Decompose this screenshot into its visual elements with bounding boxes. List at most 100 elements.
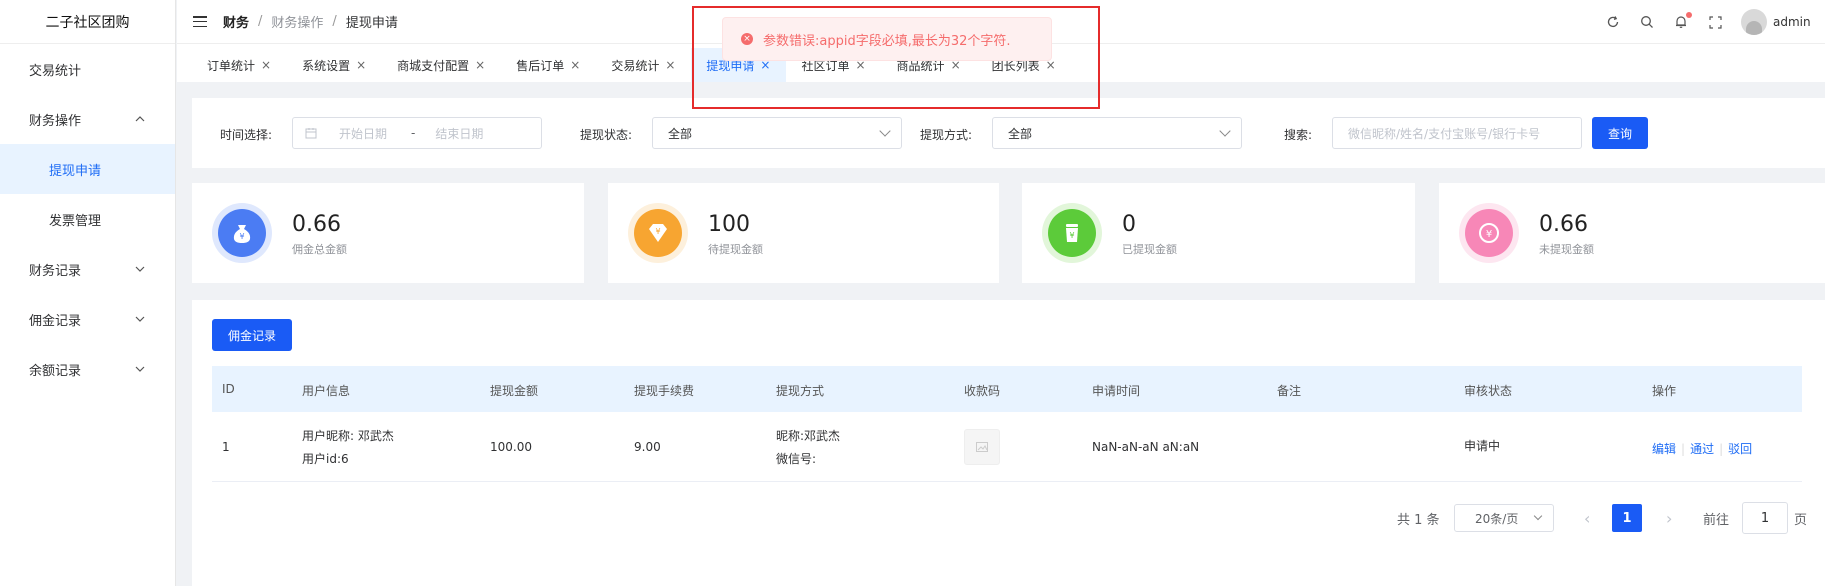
page-suffix: 页: [1794, 512, 1808, 528]
calendar-icon: [305, 127, 317, 139]
stat-value: 0.66: [1539, 212, 1588, 237]
error-toast: × 参数错误:appid字段必填,最长为32个字符.: [722, 17, 1052, 61]
reject-link[interactable]: 驳回: [1728, 442, 1752, 456]
close-icon[interactable]: ×: [665, 58, 675, 72]
stat-card-unwithdrawn: ¥ 0.66 未提现金额: [1439, 183, 1825, 283]
svg-text:¥: ¥: [1486, 229, 1492, 240]
avatar[interactable]: [1741, 9, 1767, 35]
header-tools: admin: [1605, 0, 1825, 44]
approve-link[interactable]: 通过: [1690, 442, 1714, 456]
sidebar-item-label: 余额记录: [29, 363, 82, 379]
error-message: 参数错误:appid字段必填,最长为32个字符.: [763, 33, 1011, 49]
column-header: 用户信息: [302, 384, 351, 398]
date-range-separator: -: [411, 126, 416, 140]
status-select[interactable]: 全部: [652, 117, 902, 149]
edit-link[interactable]: 编辑: [1652, 442, 1676, 456]
page-size-select[interactable]: 20条/页: [1454, 504, 1554, 532]
svg-text:¥: ¥: [655, 227, 660, 236]
method-select[interactable]: 全部: [992, 117, 1242, 149]
close-icon[interactable]: ×: [570, 58, 580, 72]
cell-id: 1: [222, 440, 230, 454]
sidebar-item-label: 发票管理: [49, 213, 102, 229]
sidebar: 二子社区团购 交易统计 财务操作 提现申请 发票管理 财务记录 佣金记录 余额记…: [0, 0, 176, 586]
end-date-input[interactable]: 结束日期: [435, 125, 483, 142]
cell-fee: 9.00: [634, 440, 661, 454]
stat-label: 佣金总金额: [292, 243, 347, 256]
bell-icon[interactable]: [1673, 12, 1692, 30]
column-header: ID: [222, 382, 235, 396]
goto-label: 前往: [1703, 512, 1730, 528]
menu-toggle-icon[interactable]: [193, 16, 207, 27]
search-icon[interactable]: [1639, 14, 1655, 30]
app-logo: 二子社区团购: [0, 0, 175, 44]
search-placeholder: 微信昵称/姓名/支付宝账号/银行卡号: [1348, 126, 1541, 141]
sidebar-item-balance-records[interactable]: 余额记录: [0, 344, 175, 394]
refresh-icon[interactable]: [1605, 14, 1621, 30]
chevron-down-icon: [1219, 125, 1231, 137]
next-page-icon[interactable]: ›: [1666, 504, 1672, 532]
column-header: 提现方式: [776, 384, 825, 398]
diamond-icon: ¥: [628, 203, 688, 263]
breadcrumb-separator: /: [332, 14, 337, 29]
breadcrumb-item: 提现申请: [345, 16, 398, 31]
sidebar-item-label: 佣金记录: [29, 313, 82, 329]
column-header: 审核状态: [1464, 384, 1513, 398]
commission-record-button[interactable]: 佣金记录: [212, 319, 292, 351]
stat-card-pending-withdraw: ¥ 100 待提现金额: [608, 183, 999, 283]
fullscreen-icon[interactable]: [1707, 14, 1723, 30]
breadcrumb-item[interactable]: 财务: [223, 12, 249, 31]
column-header: 提现手续费: [634, 384, 695, 398]
error-icon: ×: [741, 33, 753, 45]
date-range-picker[interactable]: 开始日期 - 结束日期: [292, 117, 542, 149]
sidebar-item-commission-records[interactable]: 佣金记录: [0, 294, 175, 344]
svg-text:¥: ¥: [239, 232, 244, 241]
close-icon[interactable]: ×: [261, 58, 271, 72]
tab-label: 交易统计: [611, 58, 660, 73]
tab-trade-stats[interactable]: 交易统计 ×: [596, 48, 691, 82]
goto-page-input[interactable]: 1: [1742, 502, 1788, 534]
stat-label: 待提现金额: [708, 243, 763, 256]
tab-order-stats[interactable]: 订单统计 ×: [192, 48, 287, 82]
prev-page-icon[interactable]: ‹: [1584, 504, 1590, 532]
method-filter-label: 提现方式:: [920, 128, 973, 142]
sidebar-item-invoice[interactable]: 发票管理: [0, 194, 175, 244]
chevron-down-icon: [135, 364, 145, 375]
stat-value: 0.66: [292, 212, 341, 237]
pagination-total: 共 1 条: [1397, 512, 1440, 528]
cell-user-nick: 用户昵称: 邓武杰: [302, 429, 394, 443]
sidebar-item-finance-ops[interactable]: 财务操作: [0, 94, 175, 144]
table-header: ID 用户信息 提现金额 提现手续费 提现方式 收款码 申请时间 备注 审核状态…: [212, 366, 1802, 412]
close-icon[interactable]: ×: [356, 58, 366, 72]
sidebar-item-finance-records[interactable]: 财务记录: [0, 244, 175, 294]
column-header: 备注: [1277, 384, 1302, 398]
breadcrumb: 财务 / 财务操作 / 提现申请: [223, 12, 398, 31]
sidebar-item-trade-stats[interactable]: 交易统计: [0, 44, 175, 94]
sidebar-item-withdraw-apply[interactable]: 提现申请: [0, 144, 175, 194]
qr-code-image[interactable]: [964, 429, 1000, 465]
withdraw-table-panel: 佣金记录 ID 用户信息 提现金额 提现手续费 提现方式 收款码 申请时间 备注…: [192, 300, 1825, 586]
cell-apply-time: NaN-aN-aN aN:aN: [1092, 440, 1200, 454]
page-number-current[interactable]: 1: [1612, 504, 1642, 532]
sidebar-item-label: 财务记录: [29, 263, 82, 279]
cell-user-id: 用户id:6: [302, 452, 349, 466]
start-date-input[interactable]: 开始日期: [339, 125, 387, 142]
chevron-down-icon: [135, 264, 145, 275]
query-button[interactable]: 查询: [1592, 117, 1648, 149]
status-filter-label: 提现状态:: [580, 128, 633, 142]
yuan-circle-icon: ¥: [1459, 203, 1519, 263]
chevron-down-icon: [879, 125, 891, 137]
cell-amount: 100.00: [490, 440, 532, 454]
search-input[interactable]: 微信昵称/姓名/支付宝账号/银行卡号: [1332, 117, 1582, 149]
chevron-down-icon: [135, 314, 145, 325]
username[interactable]: admin: [1773, 15, 1819, 29]
tab-aftersale-orders[interactable]: 售后订单 ×: [501, 48, 596, 82]
close-icon[interactable]: ×: [475, 58, 485, 72]
tab-label: 售后订单: [516, 58, 565, 73]
tab-label: 商城支付配置: [397, 58, 470, 73]
stat-value: 0: [1122, 212, 1136, 237]
tab-system-settings[interactable]: 系统设置 ×: [287, 48, 382, 82]
tab-payment-config[interactable]: 商城支付配置 ×: [382, 48, 501, 82]
cup-icon: ¥: [1042, 203, 1102, 263]
status-select-value: 全部: [668, 126, 693, 141]
breadcrumb-item[interactable]: 财务操作: [271, 12, 323, 31]
